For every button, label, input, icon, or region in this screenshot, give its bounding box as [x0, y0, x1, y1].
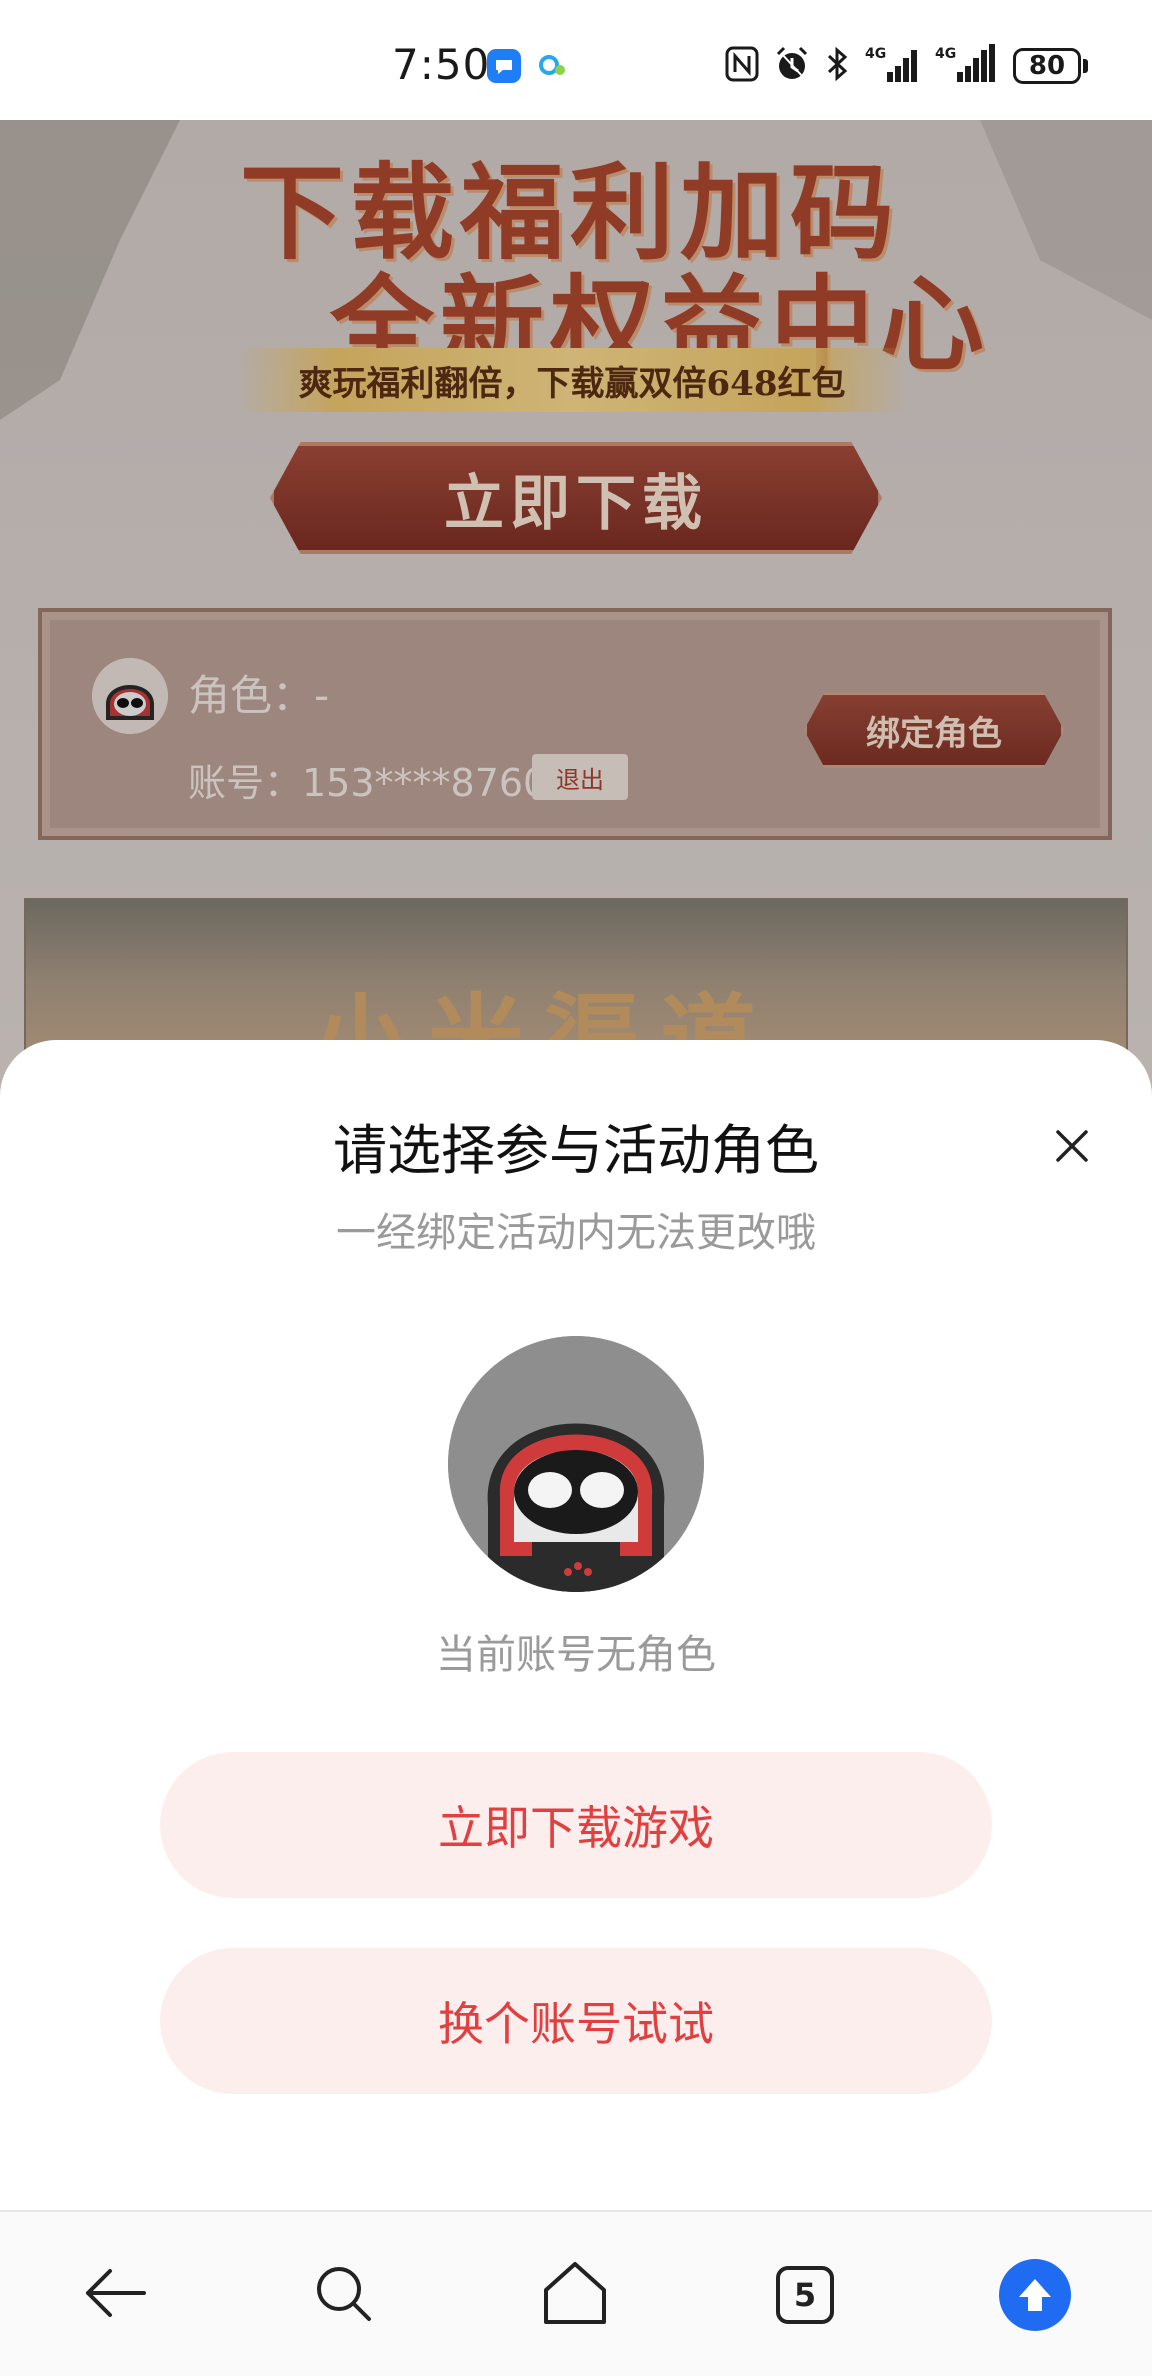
switch-account-button[interactable]: 换个账号试试	[160, 1948, 992, 2094]
status-icons: 4G 4G 80	[725, 44, 1088, 88]
sheet-subtitle: 一经绑定活动内无法更改哦	[336, 1210, 816, 1256]
signal-4g-icon: 4G	[865, 44, 921, 88]
signal-4g-icon: 4G	[935, 44, 999, 88]
back-arrow-icon	[80, 2263, 150, 2327]
browser-nav-bar: 5	[0, 2210, 1152, 2376]
back-button[interactable]	[60, 2212, 170, 2376]
search-icon	[311, 2261, 375, 2329]
status-bar: 7:50 4G 4G 80	[0, 0, 1152, 120]
nfc-icon	[725, 46, 759, 86]
sheet-title: 请选择参与活动角色	[333, 1119, 819, 1182]
search-button[interactable]	[288, 2212, 398, 2376]
battery-level: 80	[1028, 51, 1066, 81]
chat-notification-icon	[486, 48, 522, 88]
status-time: 7:50	[392, 40, 491, 89]
home-button[interactable]	[520, 2212, 630, 2376]
tabs-button[interactable]: 5	[750, 2212, 860, 2376]
avatar	[448, 1336, 704, 1592]
svg-text:4G: 4G	[935, 46, 956, 62]
home-icon	[540, 2260, 610, 2330]
upload-arrow-icon	[999, 2259, 1071, 2331]
role-select-sheet: 请选择参与活动角色 一经绑定活动内无法更改哦 当前账号无角色 立即下载游戏 换个…	[0, 1040, 1152, 2210]
no-role-text: 当前账号无角色	[436, 1632, 716, 1678]
close-icon[interactable]	[1048, 1122, 1096, 1170]
qq-cloud-icon	[536, 48, 570, 86]
bluetooth-icon	[825, 45, 851, 87]
svg-text:4G: 4G	[865, 46, 886, 62]
battery-indicator: 80	[1013, 48, 1088, 84]
download-game-button[interactable]: 立即下载游戏	[160, 1752, 992, 1898]
upload-button[interactable]	[980, 2212, 1090, 2376]
tab-count: 5	[776, 2266, 834, 2324]
alarm-icon	[773, 45, 811, 87]
